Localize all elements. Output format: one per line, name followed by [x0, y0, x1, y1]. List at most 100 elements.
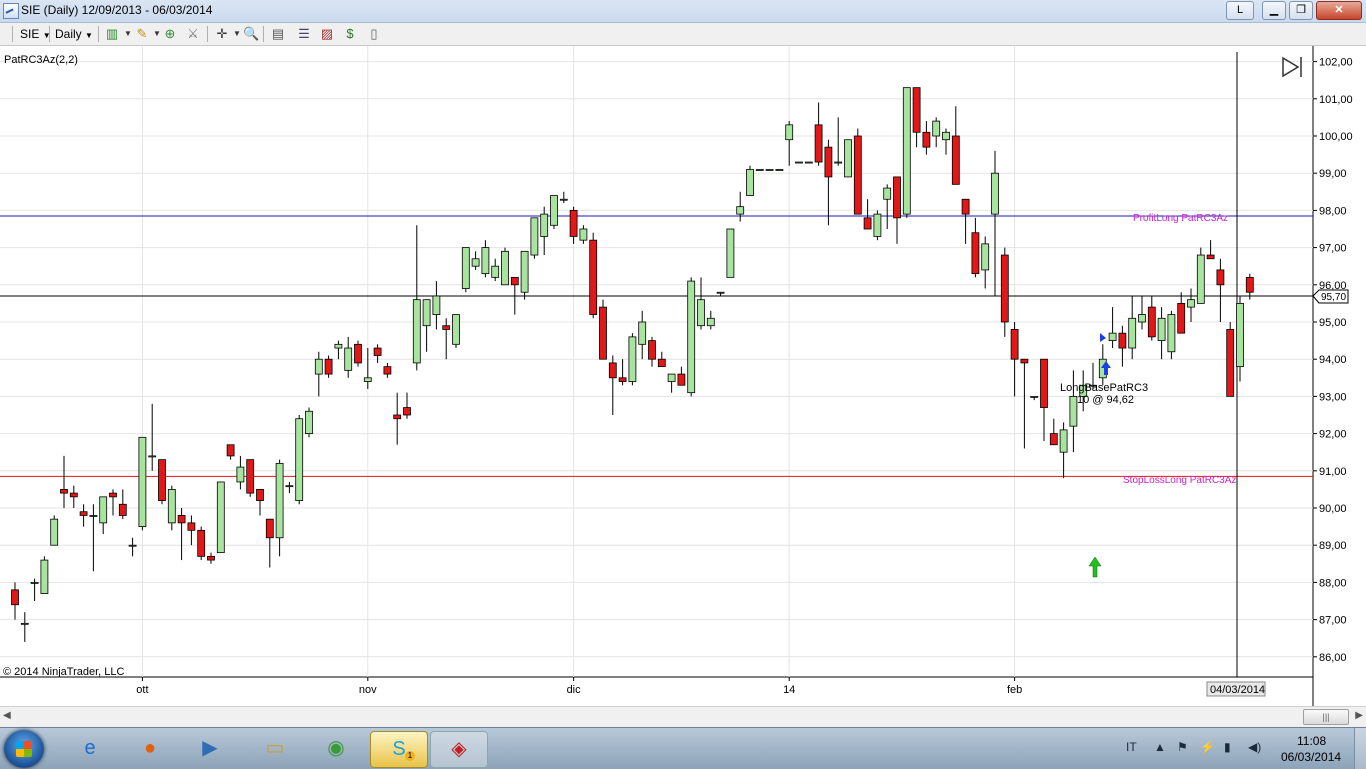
data-box-icon[interactable]: ▤ [270, 26, 286, 42]
candle-body [481, 247, 490, 275]
y-tick-label: 92,00 [1319, 429, 1347, 441]
x-tick-label: feb [1007, 684, 1022, 696]
candle [295, 415, 304, 505]
chart-scrollbar[interactable]: ◀ ||| ▶ [0, 706, 1366, 727]
candle-body [148, 455, 157, 458]
candle-body [844, 139, 852, 178]
close-button[interactable]: ✕ [1316, 1, 1362, 20]
zoom-icon[interactable]: 🔍 [243, 26, 259, 42]
scroll-left-icon[interactable]: ◀ [3, 710, 11, 721]
network-icon[interactable]: ▮ [1224, 740, 1231, 754]
candle-body [1128, 317, 1137, 349]
skype-badge: 1 [405, 751, 415, 761]
profit-target-label: ProfitLong PatRC3Az [1133, 213, 1228, 224]
candle-body [452, 314, 460, 345]
link-button[interactable]: L [1226, 1, 1254, 20]
scrollbar-thumb[interactable]: ||| [1303, 709, 1349, 725]
toolbar-separator [12, 26, 13, 42]
candle-body [893, 176, 901, 219]
show-desktop-button[interactable] [1354, 728, 1366, 769]
candle-body [79, 511, 88, 516]
candle [746, 165, 754, 196]
candle-body [128, 544, 137, 547]
candle [726, 228, 735, 278]
clock-date[interactable]: 06/03/2014 [1281, 750, 1341, 764]
candle-body [1216, 269, 1225, 286]
candle [305, 407, 313, 438]
volume-icon[interactable]: ◀) [1248, 740, 1261, 754]
candle [599, 299, 607, 360]
y-tick-label: 100,00 [1319, 131, 1353, 143]
candle-body [648, 340, 656, 360]
windows-taskbar: e ● ▶ ▭ ◉ S1 ◈ IT ▲ ⚑ ⚡ ▮ ◀) 11:08 06/03… [0, 727, 1366, 769]
candle-body [89, 515, 98, 517]
candle [775, 169, 784, 171]
toolbar-separator [49, 26, 50, 42]
template-icon[interactable]: ▯ [366, 26, 382, 42]
candle-body [1177, 302, 1186, 334]
candle-body [824, 146, 833, 178]
candle-body [550, 195, 558, 226]
maximize-button[interactable]: ❐ [1289, 1, 1313, 20]
flag-icon[interactable]: ⚑ [1177, 740, 1188, 754]
ninjatrader-icon[interactable]: ◈ [430, 731, 488, 768]
candle-body [746, 169, 754, 196]
candle [687, 277, 696, 397]
drawing-tool-icon[interactable]: ✎ [134, 26, 150, 42]
money-icon[interactable]: $ [342, 26, 358, 42]
candle [40, 556, 49, 594]
clock-time[interactable]: 11:08 [1297, 734, 1326, 748]
candle-body [814, 124, 823, 163]
y-tick-label: 97,00 [1319, 243, 1347, 255]
candle [530, 217, 539, 259]
candle-body [795, 161, 803, 164]
candle-body [628, 336, 637, 382]
candle-body [471, 258, 480, 267]
candle-body [491, 265, 500, 278]
file-explorer-icon[interactable]: ▭ [247, 731, 303, 766]
candle-body [667, 373, 676, 382]
language-indicator[interactable]: IT [1126, 740, 1137, 754]
firefox-icon[interactable]: ● [122, 731, 178, 766]
instrument-selector[interactable]: SIE ▼ [20, 25, 51, 43]
candle-body [991, 172, 999, 215]
interval-selector[interactable]: Daily ▼ [55, 25, 93, 43]
candle-body [755, 169, 764, 171]
candle-body [118, 503, 127, 516]
candle [461, 247, 470, 293]
media-player-icon[interactable]: ▶ [182, 731, 238, 766]
cursor-date-label: 04/03/2014 [1210, 684, 1265, 696]
candle-body [932, 120, 941, 137]
scroll-right-icon[interactable]: ▶ [1355, 710, 1363, 721]
chart-canvas[interactable]: 102,00101,00100,0099,0098,0097,0096,0095… [0, 46, 1366, 706]
properties-icon[interactable]: ☰ [296, 26, 312, 42]
candle-body [706, 317, 715, 327]
internet-explorer-icon[interactable]: e [62, 731, 118, 766]
chart-style-icon[interactable]: ▥ [104, 26, 120, 42]
candle-body [638, 321, 647, 345]
show-hidden-icons-icon[interactable]: ▲ [1154, 740, 1166, 754]
crosshair-icon[interactable]: ✛ [214, 26, 230, 42]
candle-body [942, 131, 950, 141]
y-tick-label: 98,00 [1319, 205, 1347, 217]
candle-body [501, 250, 509, 286]
power-icon[interactable]: ⚡ [1200, 740, 1215, 754]
candle-body [1118, 332, 1127, 349]
chart-image-icon[interactable]: ▨ [319, 26, 335, 42]
price-chart[interactable]: 102,00 101,00 100,00 99,00 98,00 97,00 96,00 95… [0, 46, 1366, 706]
strategy-icon[interactable]: ⚔ [185, 26, 201, 42]
windows-start-icon[interactable] [4, 730, 44, 768]
candle-body [765, 169, 774, 171]
minimize-button[interactable]: ▁ [1262, 1, 1286, 20]
candle-body [804, 161, 813, 164]
chrome-icon[interactable]: ◉ [308, 731, 364, 766]
candle-body [608, 362, 617, 379]
candle-body [99, 496, 108, 524]
candle-body [285, 485, 294, 488]
candle [354, 340, 362, 367]
candle-body [69, 492, 78, 498]
add-indicator-icon[interactable]: ⊕ [162, 26, 178, 42]
skype-icon[interactable]: S1 [370, 731, 428, 768]
candle [873, 210, 882, 241]
candle-body [785, 124, 794, 141]
